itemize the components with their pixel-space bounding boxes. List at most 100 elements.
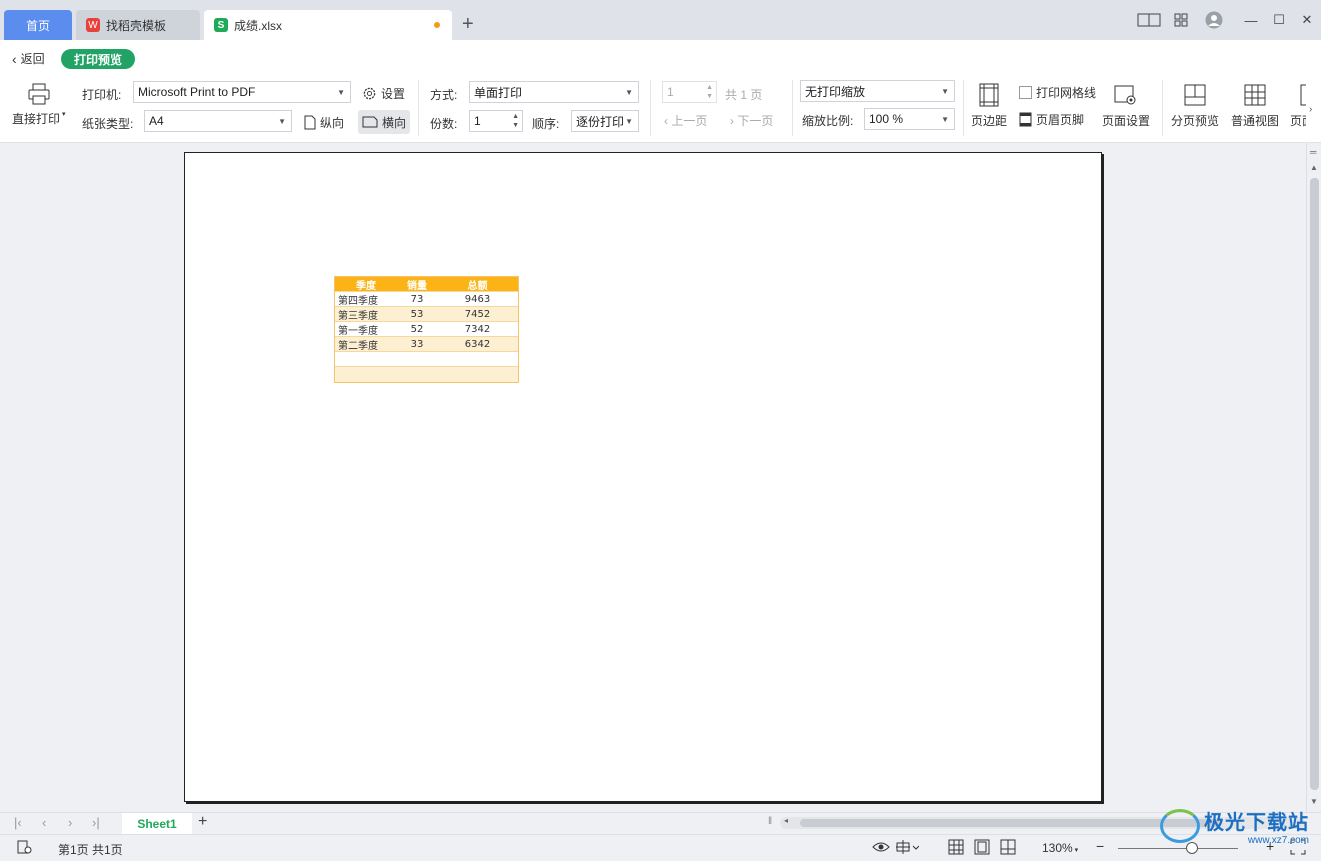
prev-sheet-icon[interactable]: ‹ [42, 815, 46, 830]
print-gridlines-checkbox[interactable]: 打印网格线 [1019, 84, 1096, 101]
toolbar-more-icon[interactable]: › [1309, 104, 1312, 115]
normal-view-label: 普通视图 [1231, 114, 1280, 128]
copies-label: 份数: [430, 117, 458, 131]
page-view-icon[interactable] [974, 839, 990, 858]
layout-toggle-icon[interactable] [1136, 10, 1162, 30]
horizontal-scroll-thumb[interactable] [800, 819, 1220, 827]
order-label: 顺序: [532, 117, 560, 131]
scroll-down-icon[interactable]: ▼ [1310, 797, 1318, 806]
macro-icon[interactable] [16, 839, 32, 858]
page-layout-button[interactable]: 页面 [1290, 83, 1306, 129]
printer-select[interactable]: Microsoft Print to PDF ▼ [133, 81, 351, 103]
next-sheet-icon[interactable]: › [68, 815, 72, 830]
dropdown-arrow-icon: ▼ [625, 117, 633, 126]
tab-home[interactable]: 首页 [4, 10, 72, 40]
print-method-value: 单面打印 [474, 85, 523, 100]
copies-value: 1 [474, 114, 481, 128]
status-bar: 第1页 共1页 130% ▾ − + [0, 834, 1321, 861]
paper-type-label: 纸张类型: [82, 117, 134, 131]
scale-ratio-select[interactable]: 100 % ▼ [864, 108, 955, 130]
avatar[interactable] [1204, 10, 1224, 30]
reading-mode-icon[interactable] [895, 839, 920, 858]
add-tab-button[interactable]: + [462, 12, 474, 36]
back-label: 返回 [20, 52, 45, 66]
table-header-row: 季度 销量 总额 [335, 277, 518, 292]
page-layout-label: 页面 [1290, 114, 1306, 128]
back-button[interactable]: ‹ 返回 [12, 50, 45, 67]
zoom-level[interactable]: 130% ▾ [1042, 841, 1078, 855]
dropdown-arrow-icon: ▼ [941, 87, 949, 96]
sheet-tab-sheet1[interactable]: Sheet1 [122, 813, 192, 835]
table-cell: 73 [410, 293, 424, 305]
page-break-view-icon[interactable] [1000, 839, 1016, 858]
table-cell: 第一季度 [338, 325, 378, 337]
page-setup-icon [1114, 85, 1136, 105]
last-sheet-icon[interactable]: ›| [92, 815, 100, 830]
checkbox-icon [1019, 86, 1032, 99]
print-order-select[interactable]: 逐份打印 ▼ [571, 110, 639, 132]
header-footer-icon [1019, 112, 1032, 127]
page-setup-button[interactable]: 页面设置 [1102, 83, 1150, 129]
table-cell: 7452 [464, 308, 491, 320]
portrait-button[interactable]: 纵向 [300, 110, 348, 134]
margins-label: 页边距 [971, 114, 1008, 128]
apps-grid-icon[interactable] [1172, 10, 1190, 30]
normal-view-icon[interactable] [948, 839, 964, 858]
copies-stepper[interactable]: 1 ▲ ▼ [469, 110, 523, 132]
header-footer-button[interactable]: 页眉页脚 [1019, 111, 1084, 128]
table-cell: 第二季度 [338, 340, 378, 352]
direct-print-button[interactable]: 直接打印 ▾ [12, 82, 65, 127]
tab-file[interactable]: S 成绩.xlsx [204, 10, 452, 40]
scroll-left-icon[interactable]: ◂ [784, 816, 788, 825]
page-number-stepper[interactable]: 1 ▲ ▼ [662, 81, 717, 103]
printer-value: Microsoft Print to PDF [138, 85, 256, 99]
first-sheet-icon[interactable]: |‹ [14, 815, 22, 830]
minimize-button[interactable]: — [1242, 10, 1260, 30]
page-number-value: 1 [667, 85, 674, 99]
close-button[interactable]: ✕ [1298, 10, 1316, 30]
tab-file-label: 成绩.xlsx [234, 18, 283, 33]
tab-template[interactable]: W 找稻壳模板 [76, 10, 200, 40]
table-cell: 7342 [464, 323, 491, 335]
vertical-scrollbar[interactable]: ═ ▲ ▼ [1306, 143, 1321, 812]
portrait-label: 纵向 [320, 115, 345, 130]
landscape-button[interactable]: 横向 [358, 110, 411, 134]
print-method-select[interactable]: 单面打印 ▼ [469, 81, 639, 103]
zoom-out-button[interactable]: − [1096, 838, 1104, 854]
prev-page-button[interactable]: ‹ 上一页 [664, 112, 707, 129]
spreadsheet-icon: S [214, 18, 228, 32]
vertical-scroll-thumb[interactable] [1310, 178, 1319, 790]
portrait-page-icon [304, 115, 316, 129]
printer-icon [28, 83, 50, 105]
divider [650, 80, 651, 136]
table-cell: 第四季度 [338, 295, 378, 307]
add-sheet-button[interactable]: + [198, 813, 207, 831]
divider [963, 80, 964, 136]
margins-icon [979, 83, 999, 107]
unsaved-dot-icon [434, 22, 440, 28]
scroll-up-icon[interactable]: ▲ [1310, 163, 1318, 172]
scroll-split-icon[interactable]: ‖ [768, 816, 772, 827]
dropdown-arrow-icon: ▼ [278, 117, 286, 126]
printer-settings-button[interactable]: 设置 [362, 85, 405, 102]
next-page-button[interactable]: › 下一页 [730, 112, 773, 129]
print-scaling-select[interactable]: 无打印缩放 ▼ [800, 80, 955, 102]
table-row: 第三季度 53 7452 [335, 307, 518, 322]
page-layout-icon [1300, 84, 1306, 106]
gear-icon [363, 87, 376, 100]
normal-view-button[interactable]: 普通视图 [1231, 83, 1279, 129]
stepper-arrows-icon: ▲ ▼ [706, 84, 713, 100]
paper-type-select[interactable]: A4 ▼ [144, 110, 292, 132]
margins-button[interactable]: 页边距 [971, 83, 1007, 129]
scroll-split-icon[interactable]: ═ [1310, 147, 1316, 157]
scale-ratio-value: 100 % [869, 112, 904, 126]
page-break-preview-button[interactable]: 分页预览 [1171, 83, 1219, 129]
watermark: 极光下载站 www.xz7.com [1160, 806, 1309, 846]
zoom-value: 130% [1042, 841, 1073, 855]
maximize-button[interactable]: ☐ [1270, 10, 1288, 30]
zoom-slider-track[interactable] [1118, 848, 1238, 849]
direct-print-label: 直接打印 [12, 112, 61, 126]
print-gridlines-label: 打印网格线 [1036, 86, 1097, 100]
stepper-arrows-icon: ▲ ▼ [512, 113, 519, 129]
eye-protection-icon[interactable] [872, 839, 890, 858]
